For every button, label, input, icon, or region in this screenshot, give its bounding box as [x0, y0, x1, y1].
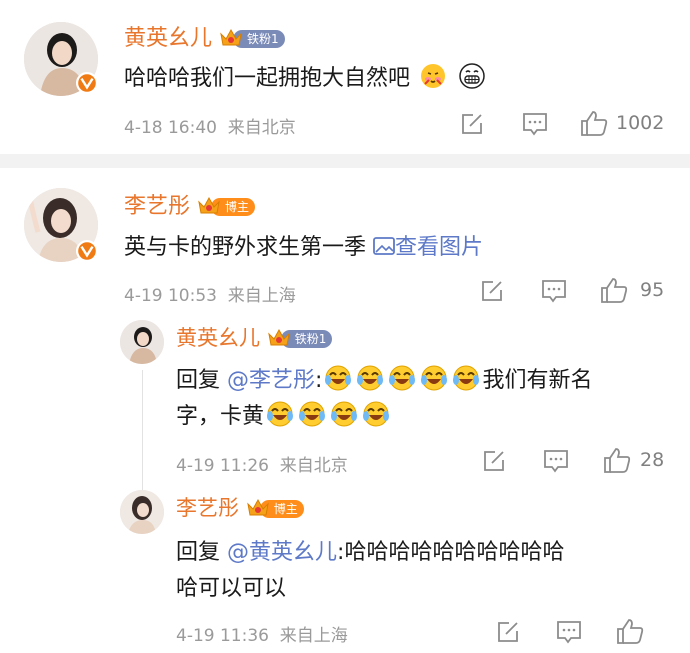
comment-icon[interactable]	[541, 279, 567, 303]
avatar[interactable]	[120, 490, 164, 534]
laugh-cry-emoji-icon	[298, 400, 326, 428]
laugh-cry-emoji-icon	[330, 400, 358, 428]
like-icon[interactable]	[600, 277, 628, 303]
like-count: 95	[640, 279, 665, 301]
verified-icon	[76, 72, 98, 94]
like-icon[interactable]	[616, 618, 644, 644]
reply-text-line2: 字，卡黄	[176, 398, 392, 430]
mention-link[interactable]: @黄英幺儿	[227, 540, 337, 565]
laugh-cry-emoji-icon	[266, 400, 294, 428]
laugh-cry-emoji-icon	[420, 364, 448, 392]
laugh-cry-emoji-icon	[388, 364, 416, 392]
timestamp: 4-19 11:36	[176, 626, 269, 646]
like-count: 28	[640, 449, 665, 471]
comment-icon[interactable]	[556, 620, 582, 644]
crown-icon	[197, 194, 221, 216]
avatar-photo-icon	[120, 490, 164, 534]
laugh-cry-emoji-icon	[452, 364, 480, 392]
location: 来自上海	[279, 626, 348, 646]
location: 来自上海	[227, 286, 296, 306]
laugh-cry-emoji-icon	[362, 400, 390, 428]
username[interactable]: 李艺彤	[176, 496, 239, 520]
host-badge[interactable]: 博主	[260, 500, 304, 518]
view-image-link[interactable]: 查看图片	[373, 235, 483, 260]
avatar-photo-icon	[120, 320, 164, 364]
image-icon	[373, 237, 395, 255]
grin-emoji-icon	[459, 63, 485, 89]
verified-icon	[76, 240, 98, 262]
reply-text-line2: 哈可以可以	[176, 576, 287, 601]
username[interactable]: 黄英幺儿	[124, 26, 212, 51]
avatar[interactable]	[120, 320, 164, 364]
thread-connector	[142, 370, 143, 490]
share-edit-icon[interactable]	[482, 449, 506, 473]
fan-badge[interactable]: 铁粉1	[233, 30, 285, 48]
location: 来自北京	[279, 456, 348, 476]
comment-text: 英与卡的野外求生第一季 查看图片	[124, 235, 484, 260]
hug-emoji-icon	[421, 64, 446, 88]
reply-text-line1: 回复 @李艺彤: 我们有新名	[176, 362, 592, 394]
mention-link[interactable]: @李艺彤	[227, 368, 315, 393]
laugh-cry-emoji-icon	[356, 364, 384, 392]
comment-icon[interactable]	[522, 112, 548, 136]
share-edit-icon[interactable]	[480, 279, 504, 303]
crown-icon	[246, 496, 270, 518]
like-icon[interactable]	[603, 447, 631, 473]
username[interactable]: 黄英幺儿	[176, 326, 260, 350]
location: 来自北京	[227, 118, 296, 138]
timestamp: 4-18 16:40	[124, 118, 217, 138]
comment-icon[interactable]	[543, 449, 569, 473]
username[interactable]: 李艺彤	[124, 194, 190, 219]
comment-text: 哈哈哈我们一起拥抱大自然吧	[124, 60, 488, 92]
fan-badge[interactable]: 铁粉1	[281, 330, 333, 348]
timestamp: 4-19 11:26	[176, 456, 269, 476]
laugh-cry-emoji-icon	[324, 364, 352, 392]
timestamp: 4-19 10:53	[124, 286, 217, 306]
like-count: 1002	[616, 112, 665, 134]
share-edit-icon[interactable]	[496, 620, 520, 644]
like-icon[interactable]	[580, 110, 608, 136]
host-badge[interactable]: 博主	[211, 198, 256, 216]
reply-text-line1: 回复 @黄英幺儿:哈哈哈哈哈哈哈哈哈哈	[176, 540, 565, 565]
section-divider	[0, 154, 690, 168]
share-edit-icon[interactable]	[460, 112, 484, 136]
crown-icon	[219, 26, 243, 48]
crown-icon	[267, 326, 291, 348]
